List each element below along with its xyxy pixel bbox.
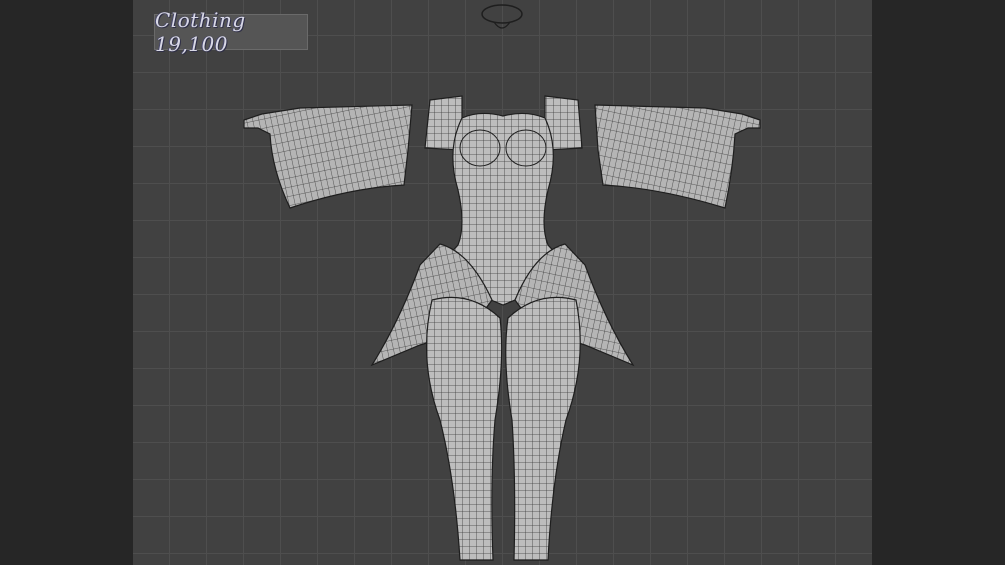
app-window: Clothing 19,100 [0, 0, 1005, 565]
right-chest [505, 129, 547, 167]
wireframe-model[interactable] [0, 0, 1005, 565]
right-sleeve [594, 104, 761, 209]
left-chest [459, 129, 501, 167]
halo-ring [481, 4, 523, 29]
mesh-name-label: Clothing 19,100 [154, 8, 308, 56]
left-sleeve [243, 104, 413, 209]
mesh-name-text: Clothing 19,100 [155, 8, 246, 56]
right-leg [505, 296, 581, 561]
left-leg [425, 296, 503, 561]
